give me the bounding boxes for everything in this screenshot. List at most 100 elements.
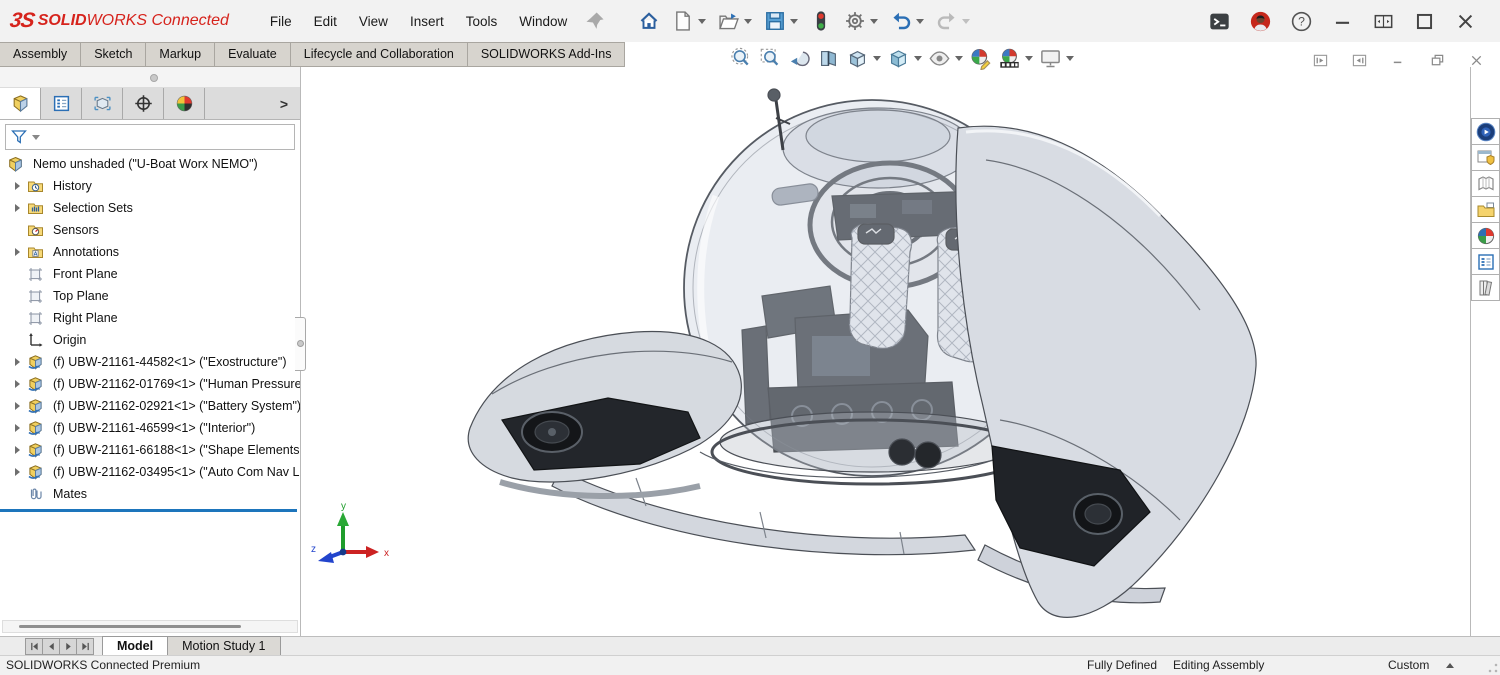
expand-arrow-icon[interactable] <box>7 380 27 388</box>
expand-arrow-icon[interactable] <box>7 402 27 410</box>
document-manager-button[interactable] <box>1471 274 1500 301</box>
tree-item-selection-sets[interactable]: Selection Sets <box>0 197 300 219</box>
panel-tab-configurationmanager[interactable] <box>82 88 123 119</box>
status-configuration[interactable]: Custom <box>1388 658 1429 672</box>
doc-restore-button[interactable] <box>1426 51 1449 70</box>
dropdown-caret-icon[interactable] <box>873 56 881 61</box>
terminal-button[interactable] <box>1205 9 1234 34</box>
panel-tab-dimxpertmanager[interactable] <box>123 88 164 119</box>
dropdown-caret-icon[interactable] <box>870 19 878 24</box>
dropdown-caret-icon[interactable] <box>1025 56 1033 61</box>
menu-tools[interactable]: Tools <box>455 10 509 33</box>
previous-view-button[interactable] <box>785 46 814 71</box>
tab-motion-study-1[interactable]: Motion Study 1 <box>167 636 280 656</box>
redo-button[interactable] <box>932 8 974 34</box>
expand-arrow-icon[interactable] <box>7 446 27 454</box>
user-avatar-button[interactable] <box>1246 9 1275 34</box>
window-layout-button[interactable] <box>1369 9 1398 34</box>
panel-tab-propertymanager[interactable] <box>41 88 82 119</box>
dropdown-caret-icon[interactable] <box>955 56 963 61</box>
tree-item-sensors[interactable]: Sensors <box>0 219 300 241</box>
window-close-button[interactable] <box>1451 9 1480 34</box>
tab-evaluate[interactable]: Evaluate <box>214 42 291 67</box>
home-button[interactable] <box>634 8 664 34</box>
apply-scene-button[interactable] <box>995 46 1036 71</box>
doc-minimize-button[interactable] <box>1387 51 1410 70</box>
tab-assembly[interactable]: Assembly <box>0 42 81 67</box>
custom-properties-button[interactable] <box>1471 248 1500 275</box>
next-tab-button[interactable] <box>59 638 77 655</box>
menu-view[interactable]: View <box>348 10 399 33</box>
filter-caret-icon[interactable] <box>32 135 40 140</box>
resize-grip[interactable] <box>1488 663 1498 673</box>
pin-icon[interactable] <box>580 8 610 34</box>
expand-arrow-icon[interactable] <box>7 204 27 212</box>
flyout-expand-arrow[interactable]: > <box>268 88 300 119</box>
dropdown-caret-icon[interactable] <box>790 19 798 24</box>
3d-model-uboat-worx-nemo[interactable] <box>301 67 1469 637</box>
menu-window[interactable]: Window <box>508 10 578 33</box>
zoom-to-fit-button[interactable] <box>727 46 756 71</box>
appearances-scenes-button[interactable] <box>1471 222 1500 249</box>
tree-item-origin[interactable]: Origin <box>0 329 300 351</box>
tree-item-component-auto-com-nav[interactable]: (f) UBW-21162-03495<1> ("Auto Com Nav Lo… <box>0 461 300 483</box>
save-button[interactable] <box>760 8 802 34</box>
configuration-caret-icon[interactable] <box>1446 663 1454 668</box>
tree-item-mates[interactable]: Mates <box>0 483 300 505</box>
tab-solidworks-add-ins[interactable]: SOLIDWORKS Add-Ins <box>467 42 626 67</box>
tree-item-right-plane[interactable]: Right Plane <box>0 307 300 329</box>
display-style-button[interactable] <box>843 46 884 71</box>
lifecycle-button[interactable] <box>806 8 836 34</box>
first-tab-button[interactable] <box>25 638 43 655</box>
tab-lifecycle-and-collaboration[interactable]: Lifecycle and Collaboration <box>290 42 468 67</box>
menu-file[interactable]: File <box>259 10 303 33</box>
options-button[interactable] <box>840 8 882 34</box>
tree-item-annotations[interactable]: AAnnotations <box>0 241 300 263</box>
dropdown-caret-icon[interactable] <box>914 56 922 61</box>
dropdown-caret-icon[interactable] <box>744 19 752 24</box>
tree-item-component-exostructure[interactable]: (f) UBW-21161-44582<1> ("Exostructure") <box>0 351 300 373</box>
hide-show-items-button[interactable] <box>925 46 966 71</box>
tree-item-history[interactable]: History <box>0 175 300 197</box>
panel-tab-displaymanager[interactable] <box>164 88 205 119</box>
expand-arrow-icon[interactable] <box>7 424 27 432</box>
solidworks-resources-button[interactable] <box>1471 144 1500 171</box>
panel-edge-splitter[interactable] <box>295 317 306 371</box>
dropdown-caret-icon[interactable] <box>962 19 970 24</box>
tab-model[interactable]: Model <box>102 636 168 656</box>
previous-tab-button[interactable] <box>42 638 60 655</box>
menu-edit[interactable]: Edit <box>303 10 348 33</box>
tree-item-component-shape-elements[interactable]: (f) UBW-21161-66188<1> ("Shape Elements"… <box>0 439 300 461</box>
dropdown-caret-icon[interactable] <box>916 19 924 24</box>
3dexperience-button[interactable] <box>1471 118 1500 145</box>
edit-appearance-button[interactable] <box>966 46 995 71</box>
dropdown-caret-icon[interactable] <box>698 19 706 24</box>
tree-filter-input[interactable] <box>5 124 295 150</box>
help-button[interactable]: ? <box>1287 9 1316 34</box>
view-settings-button[interactable] <box>1036 46 1077 71</box>
tree-item-component-human-pressure-vessel[interactable]: (f) UBW-21162-01769<1> ("Human Pressure … <box>0 373 300 395</box>
expand-arrow-icon[interactable] <box>7 248 27 256</box>
menu-insert[interactable]: Insert <box>399 10 455 33</box>
expand-arrow-icon[interactable] <box>7 468 27 476</box>
tree-item-component-battery-system[interactable]: (f) UBW-21162-02921<1> ("Battery System"… <box>0 395 300 417</box>
undo-button[interactable] <box>886 8 928 34</box>
dropdown-caret-icon[interactable] <box>1066 56 1074 61</box>
tab-sketch[interactable]: Sketch <box>80 42 146 67</box>
last-tab-button[interactable] <box>76 638 94 655</box>
open-button[interactable] <box>714 8 756 34</box>
window-minimize-button[interactable] <box>1328 9 1357 34</box>
panel-tab-featuremanager[interactable] <box>0 88 41 119</box>
tree-item-assembly-root[interactable]: Nemo unshaded ("U-Boat Worx NEMO") <box>0 153 300 175</box>
zoom-to-area-button[interactable] <box>756 46 785 71</box>
window-maximize-button[interactable] <box>1410 9 1439 34</box>
pane-previous-button[interactable] <box>1309 51 1332 70</box>
tree-item-front-plane[interactable]: Front Plane <box>0 263 300 285</box>
panel-horizontal-scrollbar[interactable] <box>2 620 298 633</box>
file-explorer-button[interactable] <box>1471 196 1500 223</box>
section-view-button[interactable] <box>814 46 843 71</box>
expand-arrow-icon[interactable] <box>7 182 27 190</box>
pane-next-button[interactable] <box>1348 51 1371 70</box>
panel-splitter[interactable] <box>0 67 300 88</box>
tree-item-top-plane[interactable]: Top Plane <box>0 285 300 307</box>
